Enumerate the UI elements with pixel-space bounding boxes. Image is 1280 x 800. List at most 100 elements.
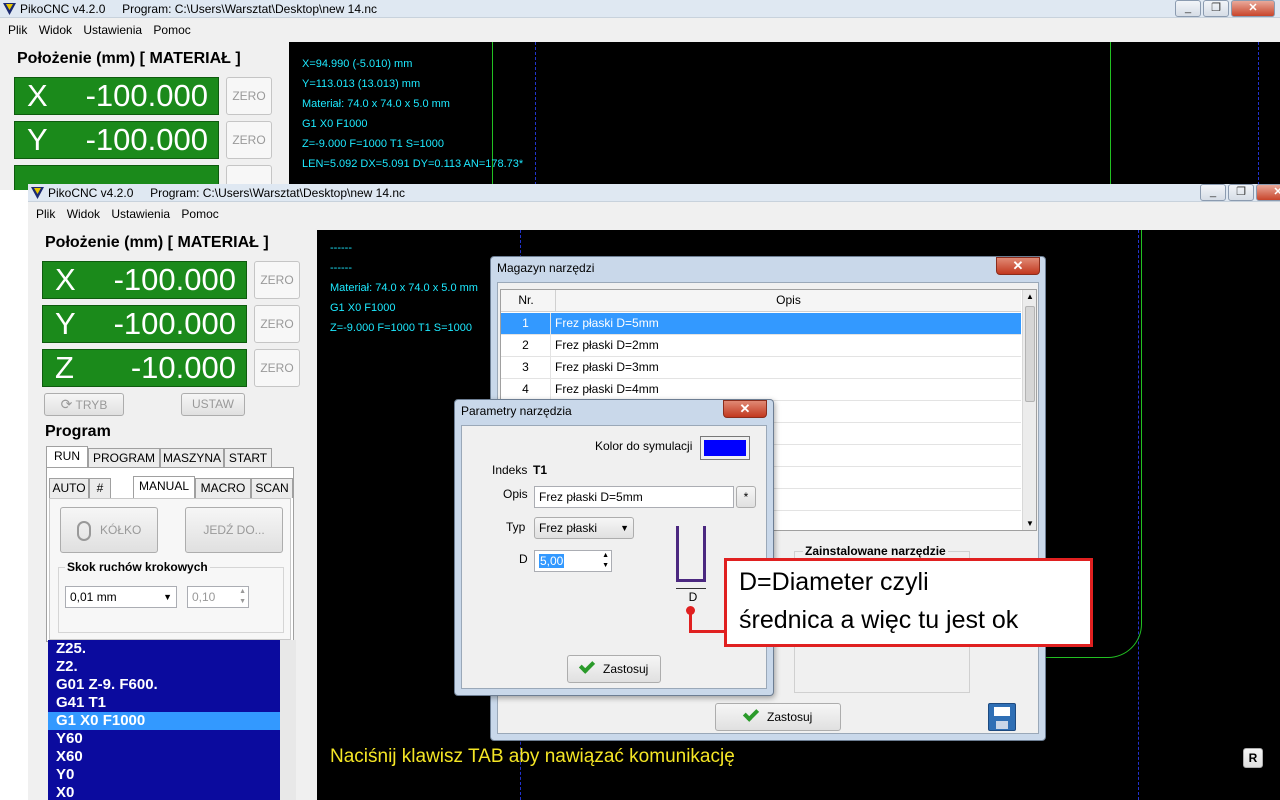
tool-row[interactable]: 1 Frez płaski D=5mm <box>501 313 1021 335</box>
d-input[interactable]: 5,00 ▲ ▼ <box>534 550 612 572</box>
step-group: Skok ruchów krokowych 0,01 mm ▼ 0,10 ▲ ▼ <box>58 560 284 633</box>
subtab-macro[interactable]: MACRO <box>195 478 251 498</box>
magazine-close-button[interactable]: ✕ <box>996 257 1040 275</box>
code-scrollbar[interactable] <box>280 640 296 800</box>
zero-z-button[interactable]: ZERO <box>254 349 300 387</box>
console-line: G1 X0 F1000 <box>330 302 396 314</box>
magazine-title: Magazyn narzędzi <box>497 261 595 275</box>
tool-table-scrollbar[interactable]: ▲ ▼ <box>1022 290 1036 530</box>
bg-app-title: PikoCNC v4.2.0 <box>20 2 106 16</box>
save-disk-icon[interactable] <box>988 703 1016 731</box>
console-line: Materiał: 74.0 x 74.0 x 5.0 mm <box>330 282 478 294</box>
tab-maszyna[interactable]: MASZYNA <box>160 448 224 468</box>
bg-menu-plik[interactable]: Plik <box>8 23 27 37</box>
code-line[interactable]: G41 T1 <box>48 694 296 712</box>
opis-input[interactable]: Frez płaski D=5mm <box>534 486 734 508</box>
axis-y-value: -100.000 <box>113 306 236 341</box>
code-line[interactable]: G01 Z-9. F600. <box>48 676 296 694</box>
step-select[interactable]: 0,01 mm ▼ <box>65 586 177 608</box>
magazine-apply-button[interactable]: Zastosuj <box>715 703 841 731</box>
tool-row[interactable]: 2 Frez płaski D=2mm <box>501 335 1021 357</box>
axis-z-label: Z <box>55 350 74 385</box>
run-tab-page: AUTO # MANUAL MACRO SCAN KÓŁKO JEDŹ DO..… <box>46 467 294 642</box>
d-value: 5,00 <box>539 554 565 568</box>
bg-zero-y-button[interactable]: ZERO <box>226 121 272 159</box>
zero-x-button[interactable]: ZERO <box>254 261 300 299</box>
tool-shape <box>676 526 706 582</box>
subtab-auto[interactable]: AUTO <box>49 478 89 498</box>
axis-z: Z -10.000 <box>42 349 247 387</box>
step-value-input[interactable]: 0,10 ▲ ▼ <box>187 586 249 608</box>
typ-value: Frez płaski <box>539 521 598 535</box>
tryb-button[interactable]: ⟳ TRYB <box>44 393 124 416</box>
gcode-list[interactable]: Z25. Z2. G01 Z-9. F600. G41 T1 G1 X0 F10… <box>48 640 296 800</box>
jedz-do-button[interactable]: JEDŹ DO... <box>185 507 283 553</box>
code-line[interactable]: Y60 <box>48 730 296 748</box>
magazine-apply-label: Zastosuj <box>766 710 813 724</box>
code-line[interactable]: X0 <box>48 784 296 800</box>
bg-restore-button[interactable]: ❐ <box>1203 0 1229 17</box>
typ-select[interactable]: Frez płaski ▼ <box>534 517 634 539</box>
bg-axis-x-label: X <box>27 78 48 113</box>
sim-color-swatch[interactable] <box>700 436 750 460</box>
tab-run[interactable]: RUN <box>46 446 88 468</box>
menu-pomoc[interactable]: Pomoc <box>181 207 218 221</box>
params-apply-button[interactable]: Zastosuj <box>567 655 661 683</box>
refresh-icon: ⟳ <box>60 396 73 412</box>
opis-label: Opis <box>503 487 528 501</box>
menu-widok[interactable]: Widok <box>67 207 100 221</box>
bg-zero-x-button[interactable]: ZERO <box>226 77 272 115</box>
kolko-label: KÓŁKO <box>99 523 142 537</box>
ustaw-button[interactable]: USTAW <box>181 393 245 416</box>
zero-y-button[interactable]: ZERO <box>254 305 300 343</box>
bg-minimize-button[interactable]: _ <box>1175 0 1201 17</box>
tool-row-nr: 1 <box>501 313 551 334</box>
kolko-button[interactable]: KÓŁKO <box>60 507 158 553</box>
bg-axis-y-label: Y <box>27 122 48 157</box>
r-button[interactable]: R <box>1243 748 1263 768</box>
opis-star-button[interactable]: * <box>736 486 756 508</box>
scroll-thumb[interactable] <box>1025 306 1035 402</box>
subtab-hash[interactable]: # <box>89 478 111 498</box>
bg-green-guide <box>1110 42 1111 190</box>
main-minimize-button[interactable]: _ <box>1200 184 1226 201</box>
step-value: 0,10 <box>192 590 216 604</box>
code-line[interactable]: X60 <box>48 748 296 766</box>
bg-close-button[interactable]: ✕ <box>1231 0 1275 17</box>
col-nr-header[interactable]: Nr. <box>501 290 551 311</box>
bg-menu-ustawienia[interactable]: Ustawienia <box>83 23 142 37</box>
bg-console-line: G1 X0 F1000 <box>302 118 368 130</box>
bg-axis-y-value: -100.000 <box>85 122 208 157</box>
bg-menu-widok[interactable]: Widok <box>39 23 72 37</box>
tool-row[interactable]: 3 Frez płaski D=3mm <box>501 357 1021 379</box>
scroll-up-icon[interactable]: ▲ <box>1026 292 1034 301</box>
code-line[interactable]: Z2. <box>48 658 296 676</box>
menu-ustawienia[interactable]: Ustawienia <box>111 207 170 221</box>
bg-axis-y: Y -100.000 <box>14 121 219 159</box>
code-line[interactable]: Y0 <box>48 766 296 784</box>
tool-row-nr: 4 <box>501 379 551 400</box>
col-opis-header[interactable]: Opis <box>555 290 1021 311</box>
subtab-scan[interactable]: SCAN <box>251 478 293 498</box>
params-close-button[interactable]: ✕ <box>723 400 767 418</box>
tool-row[interactable]: 4 Frez płaski D=4mm <box>501 379 1021 401</box>
main-titlebar: PikoCNC v4.2.0 Program: C:\Users\Warszta… <box>28 184 1280 202</box>
bg-console-line: X=94.990 (-5.010) mm <box>302 58 413 70</box>
bg-menu-pomoc[interactable]: Pomoc <box>153 23 190 37</box>
main-close-button[interactable]: ✕ <box>1256 184 1280 201</box>
main-restore-button[interactable]: ❐ <box>1228 184 1254 201</box>
subtab-manual[interactable]: MANUAL <box>133 476 195 498</box>
bg-blue-guide <box>1258 42 1259 190</box>
console-line: ------ <box>330 242 352 254</box>
step-select-value: 0,01 mm <box>70 590 117 604</box>
tryb-label: TRYB <box>75 398 108 412</box>
d-label: D <box>519 552 528 566</box>
scroll-down-icon[interactable]: ▼ <box>1026 519 1034 528</box>
dimension-arrow <box>676 588 706 589</box>
menu-plik[interactable]: Plik <box>36 207 55 221</box>
tab-start[interactable]: START <box>224 448 272 468</box>
code-line[interactable]: Z25. <box>48 640 296 658</box>
main-menubar: Plik Widok Ustawienia Pomoc <box>28 205 1280 223</box>
code-line-selected[interactable]: G1 X0 F1000 <box>48 712 296 730</box>
tab-program[interactable]: PROGRAM <box>88 448 160 468</box>
